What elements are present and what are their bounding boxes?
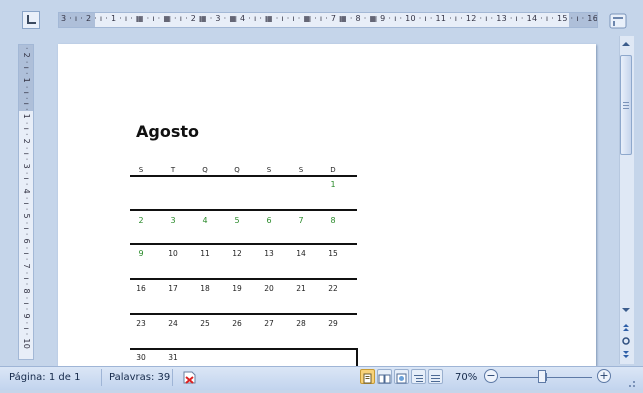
page-number-indicator[interactable]: Página: 1 de 1	[9, 372, 80, 383]
select-browse-object-button[interactable]	[619, 332, 633, 345]
web-layout-icon	[396, 373, 407, 384]
horizontal-ruler[interactable]: 3 · ı · 2 · ı · 1 · ı · ▦ · ı · ▦ · ı · …	[58, 12, 598, 28]
table-rule	[130, 278, 357, 280]
calendar-day: 6	[266, 216, 272, 225]
word-count-indicator[interactable]: Palavras: 39	[109, 372, 170, 383]
table-rule	[130, 313, 357, 315]
tab-stop-selector[interactable]	[22, 11, 40, 29]
calendar-day: 20	[264, 284, 274, 293]
calendar-day: 18	[200, 284, 210, 293]
calendar-day: 10	[168, 249, 178, 258]
calendar-day: 11	[200, 249, 210, 258]
calendar-day: 12	[232, 249, 242, 258]
table-rule	[130, 175, 357, 177]
status-separator	[101, 369, 102, 386]
calendar-day: 24	[168, 319, 178, 328]
day-header: T	[170, 166, 176, 174]
zoom-in-button[interactable]: +	[597, 369, 611, 383]
view-ruler-icon	[609, 13, 627, 29]
proofing-status-icon	[183, 371, 196, 384]
calendar-day: 25	[200, 319, 210, 328]
draft-button[interactable]	[428, 369, 443, 384]
day-header: S	[298, 166, 304, 174]
calendar-day: 13	[264, 249, 274, 258]
resize-grip-icon	[629, 381, 635, 387]
zoom-center-tick	[546, 373, 547, 381]
calendar-day: 4	[202, 216, 208, 225]
calendar-day: 21	[296, 284, 306, 293]
outline-button[interactable]	[411, 369, 426, 384]
day-header: S	[138, 166, 144, 174]
scroll-thumb[interactable]	[620, 55, 632, 155]
calendar-day: 14	[296, 249, 306, 258]
status-separator	[172, 369, 173, 386]
outline-icon	[414, 375, 423, 382]
calendar-day: 1	[330, 180, 336, 189]
calendar-day: 17	[168, 284, 178, 293]
calendar-day: 22	[328, 284, 338, 293]
calendar-day: 3	[170, 216, 176, 225]
calendar-day: 29	[328, 319, 338, 328]
vertical-ruler[interactable]: · 2 · ı · 1 · ı · ı · 1 · ı · 2 · ı · 3 …	[18, 44, 34, 360]
text-cursor	[356, 348, 358, 366]
scroll-down-button[interactable]	[619, 302, 633, 316]
zoom-slider-thumb[interactable]	[538, 370, 546, 383]
calendar-day: 28	[296, 319, 306, 328]
full-screen-reading-button[interactable]	[377, 369, 392, 384]
next-page-icon	[623, 351, 629, 358]
draft-icon	[431, 375, 440, 382]
table-rule	[130, 348, 357, 350]
resize-grip[interactable]	[625, 374, 637, 387]
scroll-up-button[interactable]	[619, 36, 633, 50]
table-rule	[130, 243, 357, 245]
day-header: D	[330, 166, 336, 174]
calendar-day: 9	[138, 249, 144, 258]
view-ruler-button[interactable]	[606, 12, 630, 30]
calendar-day: 2	[138, 216, 144, 225]
table-rule	[130, 209, 357, 211]
calendar-day: 5	[234, 216, 240, 225]
calendar-day: 19	[232, 284, 242, 293]
calendar-day: 30	[136, 353, 146, 362]
full-screen-reading-icon	[378, 374, 391, 384]
horizontal-ruler-marks: 3 · ı · 2 · ı · 1 · ı · ▦ · ı · ▦ · ı · …	[61, 14, 598, 23]
calendar-day: 27	[264, 319, 274, 328]
vertical-ruler-marks: · 2 · ı · 1 · ı · ı · 1 · ı · 2 · ı · 3 …	[22, 47, 31, 350]
previous-page-button[interactable]	[619, 318, 633, 331]
zoom-out-button[interactable]: −	[484, 369, 498, 383]
document-page[interactable]: Agosto S T Q Q S S D 1 2 3 4 5 6 7 8 9 1…	[58, 44, 596, 366]
grip-icon	[623, 102, 629, 109]
calendar-day: 7	[298, 216, 304, 225]
calendar-day: 31	[168, 353, 178, 362]
print-layout-button[interactable]	[360, 369, 375, 384]
calendar-day: 8	[330, 216, 336, 225]
calendar-day: 26	[232, 319, 242, 328]
day-header: Q	[202, 166, 208, 174]
scroll-up-icon	[622, 42, 630, 46]
document-heading: Agosto	[136, 122, 199, 141]
calendar-day: 23	[136, 319, 146, 328]
next-page-button[interactable]	[619, 346, 633, 358]
print-layout-icon	[363, 373, 372, 384]
calendar-day: 15	[328, 249, 338, 258]
calendar-day: 16	[136, 284, 146, 293]
day-header: S	[266, 166, 272, 174]
day-header: Q	[234, 166, 240, 174]
zoom-level[interactable]: 70%	[455, 372, 477, 383]
web-layout-button[interactable]	[394, 369, 409, 384]
proofing-button[interactable]	[181, 368, 199, 386]
scroll-down-icon	[622, 308, 630, 312]
